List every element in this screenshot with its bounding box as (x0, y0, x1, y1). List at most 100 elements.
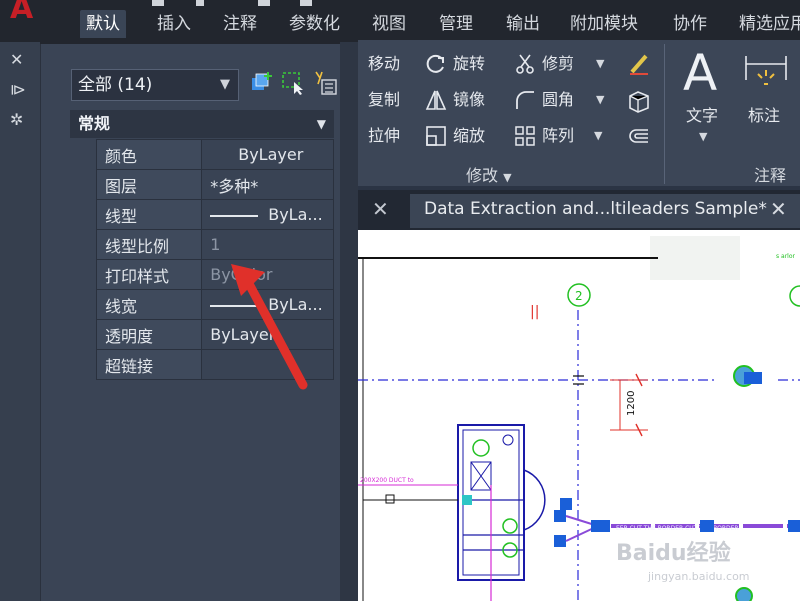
mirror-button[interactable]: 镜像 (425, 88, 485, 112)
tab-parametric[interactable]: 参数化 (283, 10, 346, 38)
watermark-brand: Baidu经验 (616, 540, 731, 566)
explode-cube-icon[interactable] (626, 88, 652, 114)
tab-add-ins[interactable]: 附加模块 (564, 10, 644, 38)
quick-access-toolbar-icon[interactable] (152, 0, 164, 6)
grid-bubble-label: 2 (575, 289, 583, 303)
dimension-tool-icon[interactable] (742, 54, 790, 94)
auto-hide-icon[interactable]: ⧐ (10, 80, 26, 99)
rotate-button[interactable]: 旋转 (425, 52, 485, 76)
move-button[interactable]: 移动 (368, 52, 400, 76)
property-row-linetype[interactable]: 线型 ByLa... (95, 199, 334, 230)
document-tab-label: Data Extraction and...ltileaders Sample* (424, 199, 767, 219)
fillet-dropdown-arrow-icon[interactable]: ▼ (596, 93, 604, 106)
property-value: ByLa... (268, 205, 323, 224)
select-objects-icon[interactable] (280, 70, 306, 96)
array-button[interactable]: 阵列 (514, 124, 574, 148)
linetype-preview (210, 214, 259, 217)
close-document-icon[interactable]: ✕ (770, 197, 787, 221)
close-icon[interactable]: ✕ (372, 197, 389, 221)
quick-select-icon[interactable] (312, 70, 338, 96)
property-value-cell[interactable]: ByLa... (201, 199, 334, 230)
autocad-logo-icon[interactable]: A (10, 0, 56, 24)
grid-bubble (789, 285, 800, 307)
stretch-button[interactable]: 拉伸 (368, 124, 400, 148)
property-value[interactable]: ByLayer (201, 139, 334, 170)
annotation-panel-title[interactable]: 注释 (754, 162, 786, 186)
scale-button[interactable]: 缩放 (425, 124, 485, 148)
text-button[interactable]: 文字 (686, 104, 718, 128)
chevron-down-icon: ▼ (220, 77, 230, 92)
property-key: 线型比例 (95, 229, 203, 260)
copy-button[interactable]: 复制 (368, 88, 400, 112)
fillet-icon (516, 91, 534, 109)
tab-output[interactable]: 输出 (500, 10, 546, 38)
property-row-layer[interactable]: 图层 *多种* (95, 169, 334, 200)
trim-dropdown-arrow-icon[interactable]: ▼ (596, 57, 604, 70)
text-dropdown-arrow-icon[interactable]: ▼ (699, 130, 707, 143)
blurred-title-block (650, 236, 740, 280)
property-key: 超链接 (95, 349, 203, 380)
property-key: 打印样式 (95, 259, 203, 290)
property-row-color[interactable]: 颜色 ByLayer (95, 139, 334, 170)
offset-icon[interactable] (626, 124, 652, 150)
equipment-block (598, 520, 610, 532)
app-window: A 默认 插入 注释 参数化 视图 管理 输出 附加模块 协作 精选应用 移动 … (0, 0, 800, 601)
palette-scrollbar[interactable] (340, 42, 358, 601)
property-key: 颜色 (95, 139, 203, 170)
tab-insert[interactable]: 插入 (151, 10, 197, 38)
array-dropdown-arrow-icon[interactable]: ▼ (594, 129, 602, 142)
property-key: 图层 (95, 169, 203, 200)
shaft-box (470, 461, 492, 491)
modify-panel-title[interactable]: 修改 ▼ (466, 162, 512, 186)
tag-bubble (502, 518, 518, 534)
scale-icon (426, 126, 446, 146)
tab-collaborate[interactable]: 协作 (667, 10, 713, 38)
tab-manage[interactable]: 管理 (433, 10, 479, 38)
mirror-label: 镜像 (453, 90, 486, 109)
cubicle-walls (463, 499, 524, 551)
toggle-pickadd-icon[interactable] (248, 70, 274, 96)
floor-plan-drawing: s arlor 2 || 1200 200X200 DUCT to EER CU… (358, 236, 800, 601)
quick-access-toolbar-icon[interactable] (196, 0, 204, 6)
dimension-text: 1200 (626, 391, 637, 416)
quick-access-toolbar-icon[interactable] (258, 0, 270, 6)
section-marker: || (530, 304, 539, 320)
fillet-button[interactable]: 圆角 (514, 88, 574, 112)
tab-view[interactable]: 视图 (366, 10, 412, 38)
watermark-url: jingyan.baidu.com (647, 570, 750, 583)
equipment-block (700, 520, 714, 532)
property-value[interactable]: *多种* (201, 169, 334, 200)
corner-note: s arlor (776, 253, 796, 260)
collapse-icon: ▼ (316, 117, 326, 131)
stretch-label: 拉伸 (368, 126, 401, 145)
text-label: 文字 (686, 106, 719, 125)
text-tool-icon[interactable]: A (683, 48, 717, 98)
general-section-title: 常规 (78, 114, 111, 133)
selection-value: 全部 (14) (78, 75, 153, 95)
equipment-block (788, 520, 800, 532)
general-section-header[interactable]: 常规 ▼ (70, 110, 334, 138)
basin-fixture (502, 434, 514, 446)
dimension-label: 标注 (748, 106, 781, 125)
leader-note: EER CUT THE BORDER CUT THE BORDER (616, 525, 739, 532)
modify-panel-title-text: 修改 (466, 166, 499, 185)
door-swing (523, 469, 546, 531)
section-gutter (70, 139, 96, 379)
equipment-block (591, 520, 599, 532)
chevron-down-icon: ▼ (503, 171, 512, 184)
quick-access-toolbar-icon[interactable] (300, 0, 312, 6)
tab-default[interactable]: 默认 (80, 10, 126, 38)
palette-settings-icon[interactable]: ✲ (10, 110, 23, 129)
tab-featured-apps[interactable]: 精选应用 (733, 10, 800, 38)
scale-label: 缩放 (453, 126, 486, 145)
dimension-button[interactable]: 标注 (748, 104, 780, 128)
erase-pencil-icon[interactable] (626, 52, 652, 78)
drawing-canvas[interactable]: s arlor 2 || 1200 200X200 DUCT to EER CU… (358, 230, 800, 601)
close-palette-icon[interactable]: ✕ (10, 50, 23, 69)
trim-button[interactable]: 修剪 (514, 52, 574, 76)
fillet-label: 圆角 (542, 90, 575, 109)
object-selection-dropdown[interactable]: 全部 (14) ▼ (71, 69, 239, 101)
rotate-label: 旋转 (453, 54, 486, 73)
tab-annotate[interactable]: 注释 (217, 10, 263, 38)
mirror-icon (425, 90, 447, 110)
